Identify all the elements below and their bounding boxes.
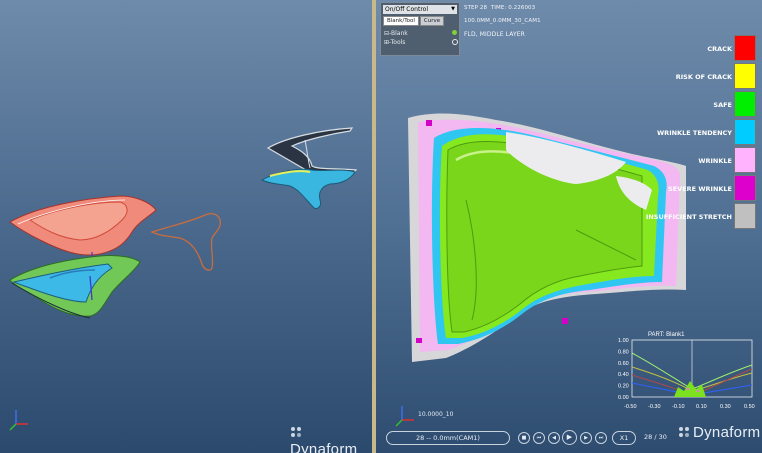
- dynaform-logo-left: Dynaform: [290, 424, 372, 453]
- playback-bar: 28 -- 0.0mm(CAM1) ■ ⏮ ◀ ▶ ▶ ⏭ X1 28 / 30: [386, 430, 716, 445]
- upper-binder-part[interactable]: [260, 127, 358, 209]
- tree-item-tools-label: Tools: [390, 39, 406, 46]
- stop-button[interactable]: ■: [518, 432, 530, 444]
- axis-triad-icon-right: [395, 406, 414, 427]
- blank-outline-part[interactable]: [150, 213, 221, 271]
- die-part[interactable]: [9, 255, 141, 319]
- legend-swatch: [734, 203, 756, 229]
- legend-label: SEVERE WRINKLE: [668, 185, 732, 193]
- time-label: TIME: 0.226003: [490, 5, 536, 11]
- visibility-toggle-blank[interactable]: [452, 30, 457, 35]
- speed-button[interactable]: X1: [612, 431, 636, 445]
- tree-item-blank-label: Blank: [390, 30, 408, 37]
- tab-curve[interactable]: Curve: [419, 16, 445, 26]
- dynaform-logo-right: Dynaform: [678, 424, 760, 441]
- punch-part[interactable]: [9, 195, 157, 256]
- dynaform-logo-text: Dynaform: [693, 424, 761, 441]
- tree-item-blank[interactable]: ⊟-Blank: [384, 29, 459, 38]
- fld-y-tick: 0.40: [618, 372, 629, 378]
- fld-x-tick: 0.10: [696, 404, 707, 410]
- exploded-tool-view: [9, 127, 358, 431]
- legend-label: WRINKLE TENDENCY: [657, 129, 732, 137]
- fld-y-tick: 0.60: [618, 361, 629, 367]
- legend-swatch: [734, 147, 756, 173]
- on-off-control-panel: On/Off Control ▼ Blank/Tool Curve ⊟-Blank…: [380, 2, 460, 56]
- legend-label: SAFE: [713, 101, 732, 109]
- legend-swatch: [734, 119, 756, 145]
- result-type-label: FLD, MIDDLE LAYER: [464, 31, 525, 38]
- fld-x-tick: 0.50: [744, 404, 755, 410]
- fld-x-tick: -0.50: [624, 404, 637, 410]
- fld-y-tick: 1.00: [618, 338, 629, 344]
- legend-label: CRACK: [707, 45, 732, 53]
- right-result-viewport[interactable]: On/Off Control ▼ Blank/Tool Curve ⊟-Blank…: [376, 0, 762, 453]
- prev-frame-button[interactable]: ◀: [548, 432, 560, 444]
- legend-label: INSUFFICIENT STRETCH: [645, 213, 732, 221]
- fld-y-tick: 0.80: [618, 349, 629, 355]
- legend-swatch: [734, 175, 756, 201]
- fld-x-tick: 0.30: [720, 404, 731, 410]
- frame-counter: 28 / 30: [644, 433, 667, 441]
- play-button[interactable]: ▶: [562, 430, 577, 445]
- dynaform-logo-text: Dynaform: [290, 441, 358, 453]
- step-label: STEP 28: [464, 5, 488, 11]
- fld-x-tick: -0.30: [648, 404, 661, 410]
- tree-item-tools[interactable]: ⊞-Tools: [384, 38, 459, 47]
- fld-y-tick: 0.20: [618, 384, 629, 390]
- fld-graph: PART: Blank1 1.00 0.80 0.60 0.40 0.20 0.00 -0…: [618, 332, 755, 410]
- step-time-info: STEP 28 TIME: 0.226003: [464, 5, 535, 11]
- case-label: 100.0MM_0.0MM_30_CAM1: [464, 18, 541, 24]
- dynaform-logo-icon: [678, 425, 690, 437]
- visibility-toggle-tools[interactable]: [452, 39, 458, 45]
- scale-label: 10.0000_10: [418, 411, 454, 418]
- legend-swatch: [734, 63, 756, 89]
- control-dropdown-value: On/Off Control: [385, 6, 428, 13]
- fld-y-tick: 0.00: [618, 395, 629, 401]
- next-frame-button[interactable]: ▶: [580, 432, 592, 444]
- first-frame-button[interactable]: ⏮: [533, 432, 545, 444]
- frame-select-field[interactable]: 28 -- 0.0mm(CAM1): [386, 431, 510, 445]
- legend-swatch: [734, 35, 756, 61]
- dynaform-logo-icon: [290, 425, 302, 437]
- legend-label: WRINKLE: [698, 157, 732, 165]
- left-3d-viewport[interactable]: Dynaform: [0, 0, 372, 453]
- last-frame-button[interactable]: ⏭: [595, 432, 607, 444]
- axis-triad-icon: [9, 410, 28, 431]
- tab-blank-tool[interactable]: Blank/Tool: [383, 16, 419, 26]
- legend-label: RISK OF CRACK: [675, 73, 732, 81]
- fld-x-tick: -0.10: [672, 404, 685, 410]
- control-dropdown[interactable]: On/Off Control ▼: [383, 5, 457, 14]
- legend-swatch: [734, 91, 756, 117]
- fld-title: PART: Blank1: [648, 332, 685, 338]
- chevron-down-icon: ▼: [451, 6, 455, 12]
